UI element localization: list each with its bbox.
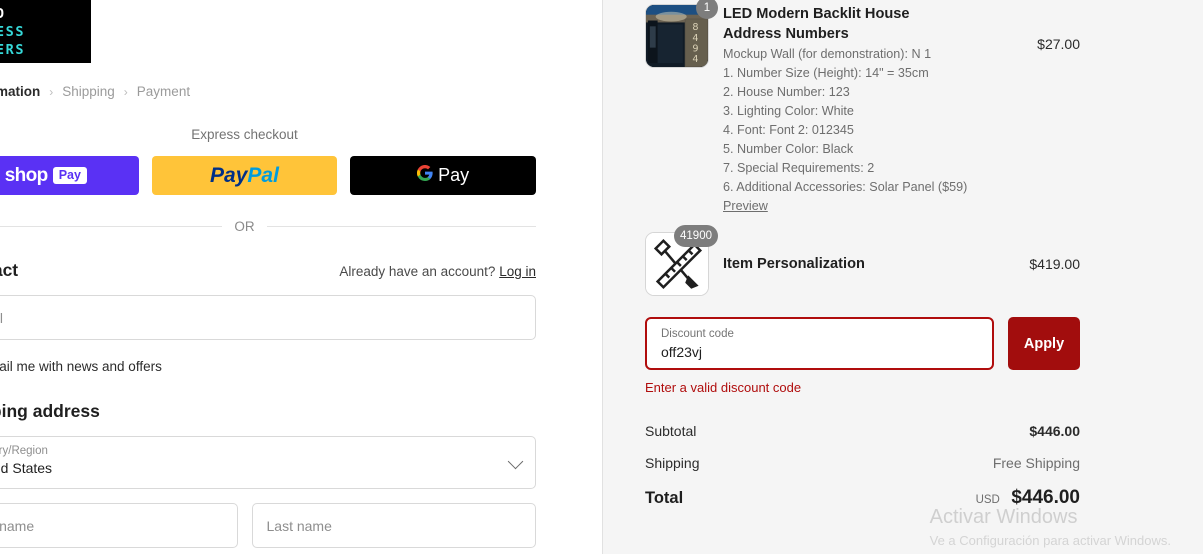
chevron-right-icon: › [49,84,54,99]
express-checkout-title: Express checkout [191,127,298,142]
total-amount: $446.00 [1011,487,1080,508]
preview-link[interactable]: Preview [723,197,768,216]
breadcrumb: › Information › Shipping › Payment [0,84,536,99]
product-thumbnail-wrap: 8 4 9 4 1 [645,0,718,68]
paypal-label-2: Pal [247,163,279,187]
chevron-right-icon: › [123,84,128,99]
newsletter-checkbox-row[interactable]: Email me with news and offers [0,358,536,375]
product-option: 1. Number Size (Height): 14" = 35cm [723,66,929,80]
personalization-thumbnail-wrap: 41900 [645,225,718,296]
product-option: 2. House Number: 123 [723,85,850,99]
product-option: Mockup Wall (for demonstration): N 1 [723,47,932,61]
name-fields-row: First name Last name [0,503,536,548]
last-name-input[interactable]: Last name [251,503,536,548]
logo-line-1: GHTED [0,5,91,23]
country-region-select[interactable]: Country/Region United States [0,436,536,489]
personalization-price: $419.00 [1029,256,1080,272]
discount-error-message: Enter a valid discount code [645,380,802,395]
product-option: 5. Number Color: Black [723,142,854,156]
discount-code-label: Discount code [661,328,734,340]
order-line-item: 8 4 9 4 1 LED Modern Backlit House Addre… [645,0,1080,216]
personalization-details: Item Personalization [723,256,1019,272]
svg-text:4: 4 [692,54,698,65]
shipping-row: Shipping Free Shipping [645,455,1080,471]
or-divider: OR [0,219,536,234]
country-region-label: Country/Region [0,445,48,457]
quantity-badge: 41900 [674,225,718,247]
breadcrumb-item-information[interactable]: Information [0,84,40,99]
shipping-value: Free Shipping [992,455,1080,471]
currency-code: USD [975,494,1000,506]
country-region-value: United States [0,460,53,476]
divider-line-right [266,226,536,227]
discount-code-input[interactable]: Discount code off23vj [645,317,994,370]
order-totals: Subtotal $446.00 Shipping Free Shipping … [645,423,1080,509]
email-input[interactable]: Email [0,295,536,340]
windows-activation-watermark: Activar Windows Ve a Configuración para … [930,503,1171,550]
svg-text:4: 4 [692,33,698,44]
google-pay-label: Pay [438,165,470,185]
apply-discount-button[interactable]: Apply [1008,317,1080,370]
store-logo[interactable]: GHTED ADDRESS NUMBERS [0,0,91,63]
contact-section-header: Contact Already have an account? Log in [0,260,536,281]
personalization-title: Item Personalization [723,256,865,272]
total-amount-group: USD $446.00 [976,487,1080,509]
shipping-label: Shipping [645,455,700,471]
product-option: 6. Additional Accessories: Solar Panel (… [723,180,968,194]
product-option: 7. Special Requirements: 2 [723,161,875,175]
paypal-label-1: Pay [210,163,248,187]
shop-pay-button[interactable]: shop Pay [0,156,139,195]
svg-text:9: 9 [692,44,698,55]
contact-title: Contact [0,260,19,280]
shop-pay-label: shop [4,164,49,186]
or-label: OR [234,219,255,234]
order-line-item-details: LED Modern Backlit House Address Numbers… [723,4,1027,216]
subtotal-value: $446.00 [1029,423,1080,439]
product-price: $27.00 [1037,36,1080,52]
discount-row: Discount code off23vj Apply [645,317,1080,370]
subtotal-row: Subtotal $446.00 [645,423,1080,439]
shop-pay-pill: Pay [52,167,87,184]
grand-total-row: Total USD $446.00 [645,487,1080,509]
account-note: Already have an account? Log in [339,264,536,279]
paypal-button[interactable]: Pay Pal [151,156,338,195]
product-options: Mockup Wall (for demonstration): N 1 1. … [723,45,1027,216]
log-in-link[interactable]: Log in [499,264,536,279]
order-line-item: 41900 Item Personalization $419.00 [645,216,1080,296]
first-name-input[interactable]: First name [0,503,238,548]
newsletter-label: Email me with news and offers [0,359,162,374]
divider-line-left [0,226,223,227]
logo-line-3: NUMBERS [0,41,26,58]
product-option: 3. Lighting Color: White [723,104,854,118]
order-summary-panel: 8 4 9 4 1 LED Modern Backlit House Addre… [602,0,1203,554]
subtotal-label: Subtotal [645,423,697,439]
breadcrumb-item-payment[interactable]: Payment [137,84,190,99]
shipping-address-section-header: Shipping address [0,401,536,422]
express-checkout-buttons: shop Pay Pay Pal Pay [0,156,537,195]
google-pay-button[interactable]: Pay [350,156,537,195]
google-g-icon [417,164,433,186]
logo-line-2: ADDRESS [0,23,26,40]
svg-text:8: 8 [692,22,698,33]
discount-code-value: off23vj [661,344,702,360]
product-title: LED Modern Backlit House Address Numbers [723,6,910,42]
checkout-form-panel: GHTED ADDRESS NUMBERS › Information › Sh… [0,0,602,554]
account-note-text: Already have an account? [339,264,496,279]
quantity-badge: 1 [696,0,718,19]
shipping-address-title: Shipping address [0,401,100,421]
checkout-page: GHTED ADDRESS NUMBERS › Information › Sh… [0,0,1203,554]
breadcrumb-item-shipping[interactable]: Shipping [62,84,115,99]
total-label: Total [645,489,684,507]
watermark-subtitle: Ve a Configuración para activar Windows. [929,533,1171,548]
product-option: 4. Font: Font 2: 012345 [723,123,854,137]
